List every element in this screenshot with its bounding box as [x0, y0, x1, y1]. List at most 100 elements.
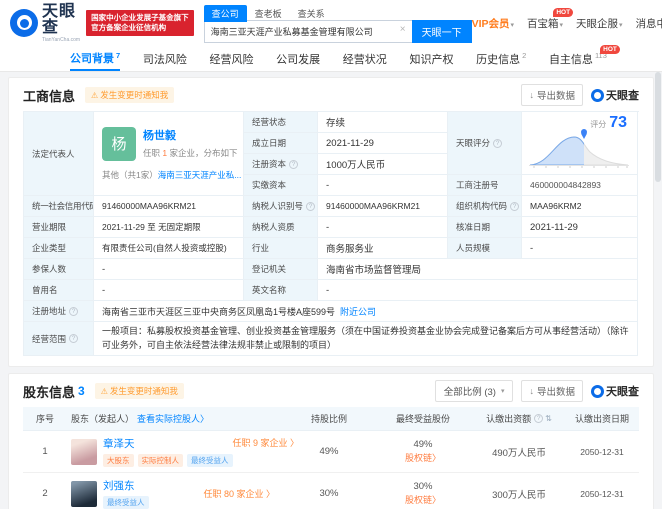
field-value-address: 海南省三亚市天涯区三亚中央商务区凤凰岛1号楼A座599号附近公司	[94, 301, 638, 322]
change-notify-button[interactable]: ⚠发生变更时通知我	[95, 383, 184, 399]
clear-icon[interactable]: ×	[400, 24, 406, 35]
enterprise-service-link[interactable]: 天眼企服▾	[576, 16, 623, 31]
tianyancha-logo[interactable]: 天眼查 TianYanCha.com	[10, 4, 80, 43]
tab-intellectual-property[interactable]: 知识产权	[409, 46, 453, 71]
field-value-reg-no: 460000004842893	[522, 175, 638, 196]
field-label-approval-date: 核准日期	[448, 217, 522, 238]
field-label-taxpayer-quality: 纳税人资质	[244, 217, 318, 238]
watermark-text: 天眼查	[606, 87, 639, 103]
tianyancha-watermark: 天眼查	[591, 87, 639, 103]
company-nav-tabs: 公司背景7 司法风险 经营风险 公司发展 经营状况 知识产权 历史信息2 自主信…	[0, 46, 662, 72]
toolbox-label: 百宝箱	[527, 18, 559, 30]
tag-major-shareholder[interactable]: 大股东	[103, 454, 134, 467]
certification-badge: 国家中小企业发展子基金旗下 官方备案企业征信机构	[86, 10, 194, 36]
tag-ultimate-beneficiary[interactable]: 最终受益人	[103, 496, 149, 509]
nearby-companies-link[interactable]: 附近公司	[340, 305, 376, 318]
amount-cell: 490万人民币	[471, 440, 567, 464]
legal-rep-avatar[interactable]: 杨	[102, 127, 136, 161]
label-text: 注册资本	[252, 158, 286, 170]
tyc-score-chart[interactable]: 评分 73	[522, 112, 638, 175]
field-label-reg-capital: 注册资本?	[244, 154, 318, 175]
field-value-status: 存续	[318, 112, 448, 133]
shareholder-avatar[interactable]	[71, 481, 97, 507]
field-value-reg-capital: 1000万人民币	[318, 154, 448, 175]
label-text: 纳税人识别号	[252, 200, 303, 212]
filter-label: 全部比例 (3)	[444, 384, 496, 398]
vip-member-link[interactable]: VIP会员▾	[472, 16, 514, 31]
col-header-holder: 股东（发起人）查看实际控股人〉	[67, 407, 283, 430]
col-header-no: 序号	[23, 407, 67, 430]
tab-operation-status[interactable]: 经营状况	[343, 46, 387, 71]
export-data-button[interactable]: ↓导出数据	[521, 380, 583, 402]
search-tab-boss[interactable]: 查老板	[247, 5, 290, 22]
info-icon: ?	[493, 139, 502, 148]
field-value-established: 2021-11-29	[318, 133, 448, 154]
business-info-card: 工商信息 ⚠发生变更时通知我 ↓导出数据 天眼查 法定代表人 杨 杨世毅 任职 …	[8, 77, 654, 367]
row-no: 1	[23, 441, 67, 462]
jobs-count-link[interactable]: 任职 80 家企业 〉	[203, 487, 279, 500]
legal-rep-name-link[interactable]: 杨世毅	[143, 127, 238, 143]
chevron-down-icon: ▾	[501, 387, 505, 395]
tag-ultimate-beneficiary[interactable]: 最终受益人	[187, 454, 233, 467]
download-icon: ↓	[529, 386, 534, 396]
export-data-button[interactable]: ↓导出数据	[521, 84, 583, 106]
field-label-term: 营业期限	[24, 217, 94, 238]
top-header: 天眼查 TianYanCha.com 国家中小企业发展子基金旗下 官方备案企业征…	[0, 0, 662, 46]
view-controller-link[interactable]: 查看实际控股人〉	[137, 412, 209, 425]
message-center-link[interactable]: 消息中心	[636, 16, 662, 31]
export-label: 导出数据	[537, 384, 575, 398]
date-cell: 2050-12-31	[567, 442, 637, 462]
tab-company-development[interactable]: 公司发展	[276, 46, 320, 71]
field-value-taxpayer-id: 91460000MAA96KRM21	[318, 196, 448, 217]
scrollbar-thumb[interactable]	[655, 72, 661, 182]
search-input[interactable]	[204, 20, 412, 43]
equity-chain-link[interactable]: 股权链〉	[405, 451, 441, 464]
toolbox-link[interactable]: HOT百宝箱▾	[527, 16, 563, 31]
notice-label: 发生变更时通知我	[110, 385, 178, 397]
field-label-address: 注册地址?	[24, 301, 94, 322]
col-header-amount: 认缴出资额?⇅	[471, 407, 567, 430]
field-label-paid-capital: 实缴资本	[244, 175, 318, 196]
shareholder-row: 1 章泽天 大股东 实际控制人 最终受益人 任职 9 家企业 〉 49% 49%…	[23, 431, 639, 473]
enterprise-service-label: 天眼企服	[576, 18, 618, 30]
chevron-down-icon: ▾	[619, 22, 623, 29]
search-area: 查公司 查老板 查关系 × 天眼一下	[204, 4, 472, 43]
ratio-filter-dropdown[interactable]: 全部比例 (3) ▾	[435, 380, 514, 402]
ratio-cell: 49%	[283, 441, 375, 462]
tab-label: 公司背景	[70, 50, 114, 66]
equity-chain-link[interactable]: 股权链〉	[405, 493, 441, 506]
sort-icon[interactable]: ⇅	[545, 414, 552, 423]
field-label-company-type: 企业类型	[24, 238, 94, 259]
shareholder-avatar[interactable]	[71, 439, 97, 465]
field-value-insured: -	[94, 259, 244, 280]
tab-judicial-risk[interactable]: 司法风险	[143, 46, 187, 71]
search-tab-company[interactable]: 查公司	[204, 5, 247, 22]
field-label-established: 成立日期	[244, 133, 318, 154]
info-icon: ?	[289, 160, 298, 169]
field-value-staff: -	[522, 238, 638, 259]
tab-history-info[interactable]: 历史信息2	[476, 46, 526, 71]
legal-rep-other: 其他（共1家）	[102, 169, 158, 181]
field-value-credit-code: 91460000MAA96KRM21	[94, 196, 244, 217]
row-no: 2	[23, 483, 67, 504]
search-button[interactable]: 天眼一下	[412, 20, 472, 43]
score-value: 73	[609, 114, 627, 132]
benefit-value: 49%	[413, 439, 432, 450]
shareholder-name-link[interactable]: 刘强东	[103, 478, 149, 493]
label-text: 天眼评分	[456, 137, 490, 149]
change-notify-button[interactable]: ⚠发生变更时通知我	[85, 87, 174, 103]
shareholder-cell: 刘强东 最终受益人 任职 80 家企业 〉	[67, 473, 283, 509]
tab-self-info[interactable]: 自主信息113HOT	[549, 46, 607, 71]
shareholders-table-header: 序号 股东（发起人）查看实际控股人〉 持股比例 最终受益股份 认缴出资额?⇅ 认…	[23, 407, 639, 431]
col-header-benefit: 最终受益股份	[375, 407, 471, 430]
shareholders-table: 序号 股东（发起人）查看实际控股人〉 持股比例 最终受益股份 认缴出资额?⇅ 认…	[23, 407, 639, 509]
tianyancha-watermark-icon	[591, 385, 604, 398]
search-tab-relation[interactable]: 查关系	[290, 5, 333, 22]
tab-operation-risk[interactable]: 经营风险	[209, 46, 253, 71]
vip-label: VIP会员	[472, 18, 510, 30]
col-header-ratio: 持股比例	[283, 407, 375, 430]
legal-rep-company-link[interactable]: 海南三亚天涯产业私...	[158, 169, 242, 181]
tag-actual-controller[interactable]: 实际控制人	[138, 454, 184, 467]
tab-company-background[interactable]: 公司背景7	[70, 46, 120, 71]
shareholder-name-link[interactable]: 章泽天	[103, 436, 233, 451]
